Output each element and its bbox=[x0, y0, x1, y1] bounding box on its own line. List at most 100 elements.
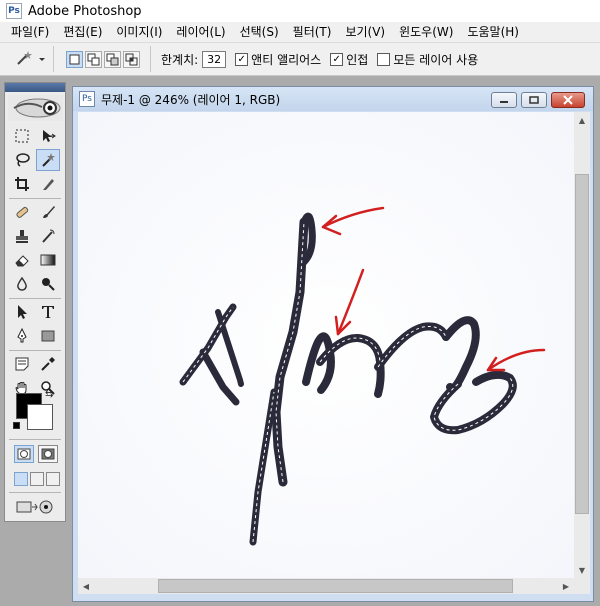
history-brush-tool[interactable] bbox=[36, 225, 60, 247]
move-tool[interactable] bbox=[36, 125, 60, 147]
app-title-bar: Ps Adobe Photoshop bbox=[0, 0, 600, 22]
minimize-icon bbox=[500, 101, 508, 103]
image-canvas[interactable] bbox=[78, 112, 574, 578]
notes-tool[interactable] bbox=[10, 353, 34, 375]
subtract-from-selection-button[interactable] bbox=[104, 50, 121, 68]
standard-mode-button[interactable] bbox=[14, 445, 34, 463]
rectangular-marquee-tool[interactable] bbox=[10, 125, 34, 147]
contiguous-label: 인접 bbox=[346, 52, 369, 67]
gradient-tool[interactable] bbox=[36, 249, 60, 271]
crop-icon bbox=[15, 177, 29, 191]
antialias-option[interactable]: ✓ 앤티 앨리어스 bbox=[235, 51, 321, 68]
quick-mask-icon bbox=[41, 448, 55, 460]
quick-mask-mode-button[interactable] bbox=[38, 445, 58, 463]
blur-tool[interactable] bbox=[10, 273, 34, 295]
toolbox-separator bbox=[9, 439, 61, 440]
stamp-icon bbox=[16, 230, 28, 243]
move-icon bbox=[43, 130, 56, 142]
add-to-selection-button[interactable] bbox=[85, 50, 102, 68]
dodge-icon bbox=[42, 278, 55, 291]
magic-wand-tool[interactable] bbox=[36, 149, 60, 171]
eraser-icon bbox=[15, 255, 29, 267]
new-selection-button[interactable] bbox=[66, 50, 83, 68]
app-title: Adobe Photoshop bbox=[28, 3, 142, 19]
sample-all-layers-option[interactable]: 모든 레이어 사용 bbox=[377, 51, 478, 68]
bandage-icon bbox=[16, 206, 29, 218]
menu-window[interactable]: 윈도우(W) bbox=[392, 22, 460, 42]
feather-eye-logo-icon bbox=[13, 98, 61, 118]
antialias-checkbox[interactable]: ✓ bbox=[235, 52, 249, 66]
toolbox: ⇆ bbox=[4, 82, 66, 522]
document-icon: Ps bbox=[79, 91, 95, 107]
menu-filter[interactable]: 필터(T) bbox=[286, 22, 339, 42]
marquee-icon bbox=[15, 129, 29, 143]
menu-file[interactable]: 파일(F) bbox=[4, 22, 56, 42]
toolbox-separator bbox=[9, 350, 61, 351]
menu-edit[interactable]: 편집(E) bbox=[56, 22, 109, 42]
minimize-button[interactable] bbox=[491, 92, 517, 108]
full-screen-menu-mode-button[interactable] bbox=[30, 472, 44, 486]
scroll-left-arrow-icon[interactable]: ◀ bbox=[78, 578, 94, 594]
maximize-button[interactable] bbox=[521, 92, 547, 108]
background-color-swatch[interactable] bbox=[27, 404, 53, 430]
document-title: 무제-1 @ 246% (레이어 1, RGB) bbox=[101, 92, 281, 107]
shape-tool[interactable] bbox=[36, 325, 60, 347]
standard-screen-mode-button[interactable] bbox=[14, 472, 28, 486]
default-colors-icon[interactable] bbox=[13, 422, 20, 429]
clone-stamp-tool[interactable] bbox=[10, 225, 34, 247]
water-drop-icon bbox=[17, 276, 27, 291]
eyedropper-tool[interactable] bbox=[36, 353, 60, 375]
path-selection-tool[interactable] bbox=[10, 301, 34, 323]
contiguous-checkbox[interactable]: ✓ bbox=[330, 52, 344, 66]
sample-all-layers-checkbox[interactable] bbox=[377, 52, 391, 66]
eraser-tool[interactable] bbox=[10, 249, 34, 271]
vertical-scroll-thumb[interactable] bbox=[575, 174, 589, 514]
full-screen-mode-button[interactable] bbox=[46, 472, 60, 486]
magic-wand-icon bbox=[42, 153, 55, 167]
imageready-jump-icon bbox=[16, 500, 53, 514]
pen-tool[interactable] bbox=[10, 325, 34, 347]
menu-image[interactable]: 이미지(I) bbox=[109, 22, 169, 42]
horizontal-scroll-thumb[interactable] bbox=[158, 579, 513, 593]
type-t-icon bbox=[42, 306, 54, 318]
sample-all-layers-label: 모든 레이어 사용 bbox=[393, 52, 479, 67]
lasso-tool[interactable] bbox=[10, 149, 34, 171]
toolbox-logo[interactable] bbox=[8, 95, 63, 121]
scroll-right-arrow-icon[interactable]: ▶ bbox=[558, 578, 574, 594]
intersect-selection-button[interactable] bbox=[123, 50, 140, 68]
menu-layer[interactable]: 레이어(L) bbox=[169, 22, 232, 42]
tolerance-input[interactable]: 32 bbox=[202, 50, 227, 68]
vertical-scrollbar[interactable]: ▲ ▼ bbox=[574, 112, 590, 578]
swap-colors-icon[interactable]: ⇆ bbox=[45, 389, 53, 400]
crop-tool[interactable] bbox=[10, 173, 34, 195]
intersect-selection-icon bbox=[125, 53, 138, 65]
lasso-icon bbox=[16, 153, 30, 167]
close-button[interactable] bbox=[551, 92, 585, 108]
toolbox-separator bbox=[9, 298, 61, 299]
slice-tool[interactable] bbox=[36, 173, 60, 195]
path-selection-arrow-icon bbox=[18, 305, 27, 319]
healing-brush-tool[interactable] bbox=[10, 201, 34, 223]
toolbox-drag-handle[interactable] bbox=[5, 83, 65, 92]
rectangle-shape-icon bbox=[41, 330, 55, 342]
menu-select[interactable]: 선택(S) bbox=[233, 22, 286, 42]
jump-to-imageready-button[interactable] bbox=[10, 496, 60, 518]
type-tool[interactable] bbox=[36, 301, 60, 323]
scroll-down-arrow-icon[interactable]: ▼ bbox=[574, 562, 590, 578]
note-icon bbox=[15, 357, 29, 371]
brush-tool[interactable] bbox=[36, 201, 60, 223]
photoshop-app-icon: Ps bbox=[6, 3, 22, 19]
slice-knife-icon bbox=[43, 179, 54, 190]
menu-view[interactable]: 보기(V) bbox=[338, 22, 392, 42]
menu-help[interactable]: 도움말(H) bbox=[460, 22, 526, 42]
new-selection-icon bbox=[69, 54, 80, 64]
horizontal-scrollbar[interactable]: ◀ ▶ bbox=[78, 578, 574, 594]
contiguous-option[interactable]: ✓ 인접 bbox=[330, 51, 368, 68]
tool-preset-picker[interactable] bbox=[6, 46, 54, 72]
scroll-up-arrow-icon[interactable]: ▲ bbox=[574, 112, 590, 128]
subtract-selection-icon bbox=[106, 53, 119, 65]
toolbox-separator bbox=[9, 492, 61, 493]
add-selection-icon bbox=[87, 53, 100, 65]
dodge-tool[interactable] bbox=[36, 273, 60, 295]
standard-mode-icon bbox=[17, 448, 31, 460]
